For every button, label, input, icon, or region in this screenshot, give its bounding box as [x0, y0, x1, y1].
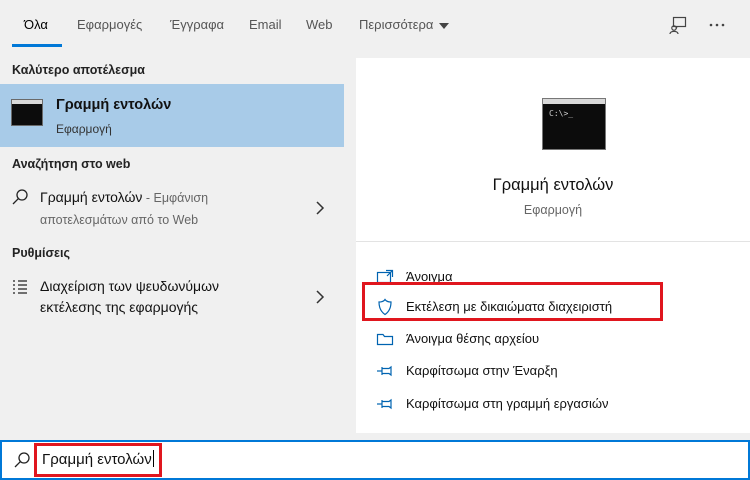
- search-input[interactable]: Γραμμή εντολών: [42, 450, 154, 468]
- folder-icon: [376, 330, 394, 348]
- command-prompt-large-icon: C:\>_: [542, 98, 606, 150]
- best-match-item[interactable]: Γραμμή εντολών Εφαρμογή: [0, 84, 344, 147]
- action-pin-to-start[interactable]: Καρφίτσωμα στην Έναρξη: [376, 359, 736, 383]
- web-search-line2: αποτελεσμάτων από το Web: [40, 213, 199, 227]
- action-open-file-location-label: Άνοιγμα θέσης αρχείου: [406, 331, 540, 346]
- search-icon: [10, 187, 30, 207]
- app-details-card: C:\>_ Γραμμή εντολών Εφαρμογή Άνοιγμα Εκ…: [356, 58, 750, 433]
- chevron-right-icon[interactable]: [313, 287, 327, 307]
- tab-web[interactable]: Web: [306, 17, 333, 32]
- preview-pane: C:\>_ Γραμμή εντολών Εφαρμογή Άνοιγμα Εκ…: [344, 50, 750, 440]
- settings-text: Διαχείριση των ψευδωνύμων εκτέλεσης της …: [40, 276, 295, 318]
- settings-result[interactable]: Διαχείριση των ψευδωνύμων εκτέλεσης της …: [0, 273, 344, 321]
- chevron-right-icon[interactable]: [313, 198, 327, 218]
- settings-heading: Ρυθμίσεις: [12, 246, 70, 260]
- tab-email[interactable]: Email: [249, 17, 282, 32]
- web-search-text: Γραμμή εντολών - Εμφάνιση αποτελεσμάτων …: [40, 187, 295, 231]
- more-options-icon[interactable]: [705, 13, 729, 37]
- action-pin-to-start-label: Καρφίτσωμα στην Έναρξη: [406, 363, 558, 378]
- chevron-down-icon: [439, 22, 450, 29]
- web-search-result[interactable]: Γραμμή εντολών - Εμφάνιση αποτελεσμάτων …: [0, 184, 344, 232]
- divider: [356, 241, 750, 242]
- feedback-icon[interactable]: [666, 13, 690, 37]
- settings-line1: Διαχείριση των ψευδωνύμων: [40, 278, 220, 294]
- search-input-value: Γραμμή εντολών: [42, 451, 152, 468]
- app-type: Εφαρμογή: [523, 203, 583, 217]
- action-pin-to-taskbar[interactable]: Καρφίτσωμα στη γραμμή εργασιών: [376, 392, 736, 416]
- search-filter-bar: Όλα Εφαρμογές Έγγραφα Email Web Περισσότ…: [0, 0, 750, 50]
- tab-more[interactable]: Περισσότερα: [359, 17, 450, 32]
- pin-icon: [376, 362, 394, 380]
- web-search-suffix: - Εμφάνιση: [142, 191, 209, 205]
- action-open-file-location[interactable]: Άνοιγμα θέσης αρχείου: [376, 327, 736, 351]
- action-pin-to-taskbar-label: Καρφίτσωμα στη γραμμή εργασιών: [406, 396, 609, 411]
- text-cursor: [152, 450, 154, 467]
- tab-documents[interactable]: Έγγραφα: [170, 17, 224, 32]
- web-search-heading: Αναζήτηση στο web: [12, 157, 131, 171]
- best-match-type: Εφαρμογή: [56, 122, 112, 136]
- run-as-admin-highlight: [362, 282, 663, 321]
- pin-icon: [376, 395, 394, 413]
- best-match-name: Γραμμή εντολών: [56, 97, 172, 113]
- tab-more-label: Περισσότερα: [359, 17, 434, 32]
- web-search-query: Γραμμή εντολών: [40, 189, 143, 205]
- tab-all[interactable]: Όλα: [24, 17, 48, 32]
- tab-apps[interactable]: Εφαρμογές: [77, 17, 142, 32]
- search-icon: [12, 450, 32, 470]
- command-prompt-icon: [11, 99, 43, 126]
- results-pane: Καλύτερο αποτέλεσμα Γραμμή εντολών Εφαρμ…: [0, 50, 344, 440]
- list-settings-icon: [10, 277, 30, 297]
- app-name: Γραμμή εντολών: [492, 176, 614, 194]
- best-match-heading: Καλύτερο αποτέλεσμα: [12, 63, 145, 77]
- settings-line2: εκτέλεσης της εφαρμογής: [40, 299, 199, 315]
- active-tab-indicator: [12, 44, 62, 47]
- search-box[interactable]: Γραμμή εντολών: [0, 440, 750, 480]
